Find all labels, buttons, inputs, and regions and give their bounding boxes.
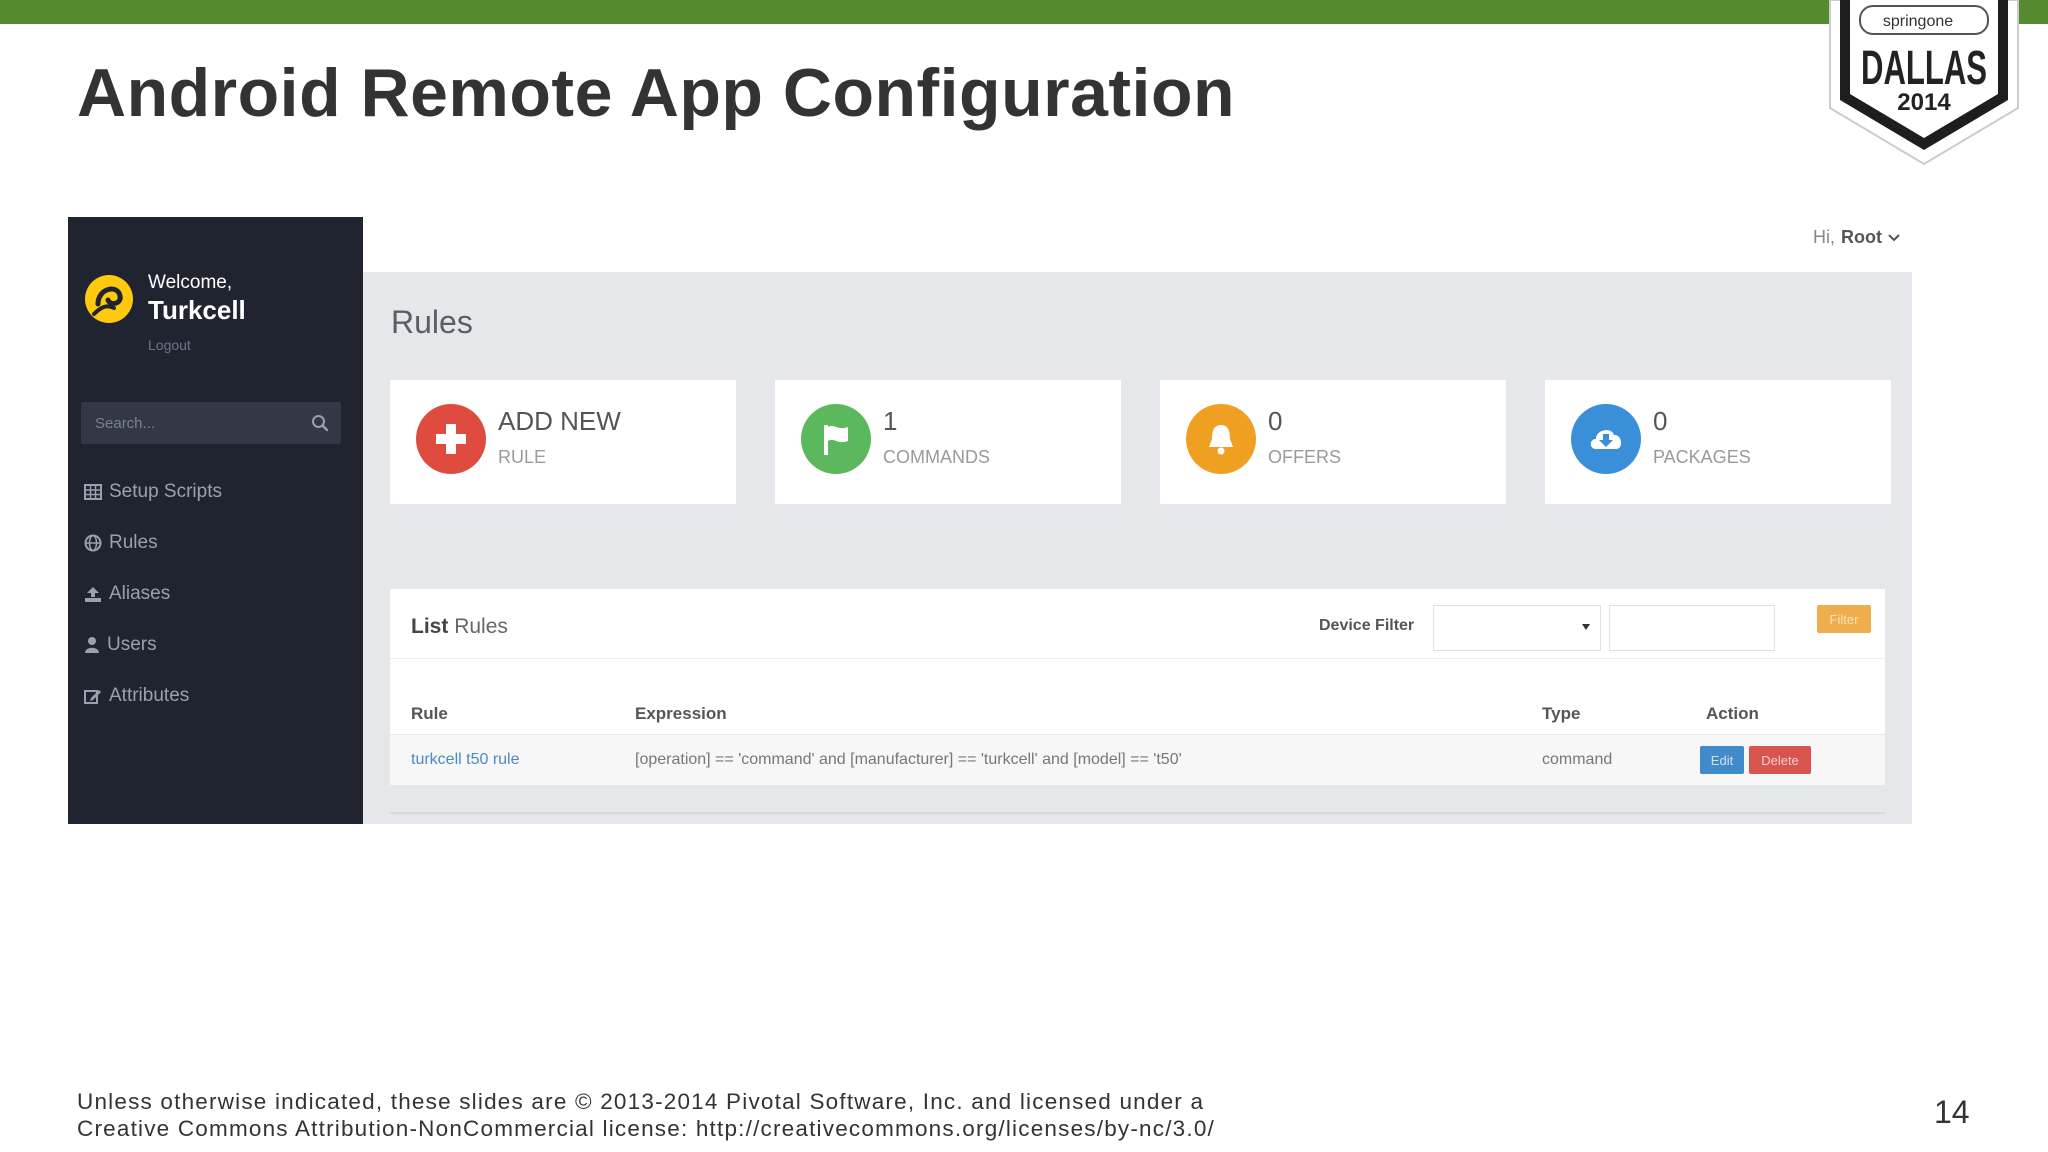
turkcell-logo-icon bbox=[85, 275, 133, 323]
license-footer: Unless otherwise indicated, these slides… bbox=[77, 1088, 1377, 1142]
app-screenshot: Welcome, Turkcell Logout Setup Scri bbox=[68, 217, 1912, 824]
badge-city: DALLAS bbox=[1861, 42, 1987, 95]
stat-label: COMMANDS bbox=[883, 447, 990, 467]
edit-icon bbox=[84, 690, 101, 704]
page-title: Rules bbox=[391, 304, 473, 340]
sidebar-item-label: Aliases bbox=[109, 583, 171, 604]
footer-divider bbox=[390, 812, 1885, 814]
main-content: Rules ADD NEW RULE 1 COMMANDS 0 OFFERS 0… bbox=[363, 272, 1912, 824]
brand-name: Turkcell bbox=[148, 295, 246, 325]
bell-icon bbox=[1186, 404, 1256, 474]
stat-label: RULE bbox=[498, 447, 547, 467]
device-filter-select[interactable] bbox=[1433, 605, 1601, 651]
stat-card-packages[interactable]: 0 PACKAGES bbox=[1545, 380, 1891, 504]
column-header-expression: Expression bbox=[635, 704, 727, 723]
slide-title: Android Remote App Configuration bbox=[77, 55, 1236, 131]
sidebar-item-label: Setup Scripts bbox=[109, 481, 222, 502]
stat-card-offers[interactable]: 0 OFFERS bbox=[1160, 380, 1506, 504]
panel-title-bold: List bbox=[411, 615, 449, 638]
sidebar-item-label: Attributes bbox=[109, 685, 190, 706]
sidebar-item-label: Rules bbox=[109, 532, 158, 553]
device-filter-label: Device Filter bbox=[1319, 617, 1415, 634]
stat-value: 0 bbox=[1653, 406, 1668, 436]
sidebar-item-rules[interactable]: Rules bbox=[84, 528, 158, 558]
welcome-text: Welcome, bbox=[148, 272, 233, 293]
user-icon bbox=[85, 637, 99, 653]
flag-icon bbox=[801, 404, 871, 474]
stat-value: ADD NEW bbox=[498, 406, 621, 436]
sidebar: Welcome, Turkcell Logout Setup Scri bbox=[68, 217, 363, 824]
stat-label: PACKAGES bbox=[1653, 447, 1751, 467]
column-header-rule: Rule bbox=[411, 704, 448, 723]
plus-icon bbox=[416, 404, 486, 474]
list-rules-panel: List Rules Device Filter Filter Rule Exp… bbox=[390, 589, 1885, 785]
edit-button[interactable]: Edit bbox=[1700, 746, 1744, 774]
chevron-down-icon bbox=[1888, 233, 1900, 241]
rule-name-link[interactable]: turkcell t50 rule bbox=[411, 751, 520, 769]
filter-button[interactable]: Filter bbox=[1817, 605, 1871, 633]
delete-button[interactable]: Delete bbox=[1749, 746, 1811, 774]
badge-top-text: springone bbox=[1883, 13, 1953, 30]
table-icon bbox=[84, 484, 102, 500]
greeting-text: Hi, bbox=[1813, 227, 1836, 247]
slide: Android Remote App Configuration springo… bbox=[0, 0, 2048, 1152]
springone-dallas-badge: springone DALLAS 2014 bbox=[1829, 0, 2019, 166]
stat-value: 0 bbox=[1268, 406, 1283, 436]
sidebar-item-setup-scripts[interactable]: Setup Scripts bbox=[84, 477, 222, 507]
app-header: Hi, Root bbox=[363, 217, 1912, 272]
sidebar-item-aliases[interactable]: Aliases bbox=[84, 579, 170, 609]
badge-year: 2014 bbox=[1897, 89, 1951, 116]
panel-title-rest: Rules bbox=[454, 615, 508, 638]
column-header-type: Type bbox=[1542, 704, 1581, 723]
panel-divider bbox=[390, 658, 1885, 659]
search-icon[interactable] bbox=[311, 414, 329, 432]
cloud-download-icon bbox=[1571, 404, 1641, 474]
rule-expression: [operation] == 'command' and [manufactur… bbox=[635, 751, 1182, 768]
upload-icon bbox=[85, 587, 101, 602]
stat-value: 1 bbox=[883, 406, 898, 436]
column-header-action: Action bbox=[1706, 704, 1759, 723]
filter-text-input[interactable] bbox=[1609, 605, 1775, 651]
page-number: 14 bbox=[1934, 1094, 1970, 1130]
globe-icon bbox=[84, 534, 102, 552]
search-input[interactable] bbox=[81, 402, 301, 444]
sidebar-search bbox=[81, 402, 341, 444]
panel-title: List Rules bbox=[411, 615, 508, 639]
sidebar-item-label: Users bbox=[107, 634, 157, 655]
top-accent-bar bbox=[0, 0, 2048, 24]
rule-type: command bbox=[1542, 751, 1613, 768]
stat-card-commands[interactable]: 1 COMMANDS bbox=[775, 380, 1121, 504]
stat-label: OFFERS bbox=[1268, 447, 1342, 467]
license-line-2: Creative Commons Attribution-NonCommerci… bbox=[77, 1116, 1215, 1141]
sidebar-item-attributes[interactable]: Attributes bbox=[84, 681, 189, 711]
logout-link[interactable]: Logout bbox=[148, 337, 191, 353]
caret-down-icon bbox=[1582, 624, 1590, 630]
stat-card-add-new-rule[interactable]: ADD NEW RULE bbox=[390, 380, 736, 504]
sidebar-item-users[interactable]: Users bbox=[84, 630, 157, 660]
user-menu[interactable]: Hi, Root bbox=[1813, 227, 1900, 248]
license-line-1: Unless otherwise indicated, these slides… bbox=[77, 1089, 1205, 1114]
username: Root bbox=[1841, 227, 1882, 247]
